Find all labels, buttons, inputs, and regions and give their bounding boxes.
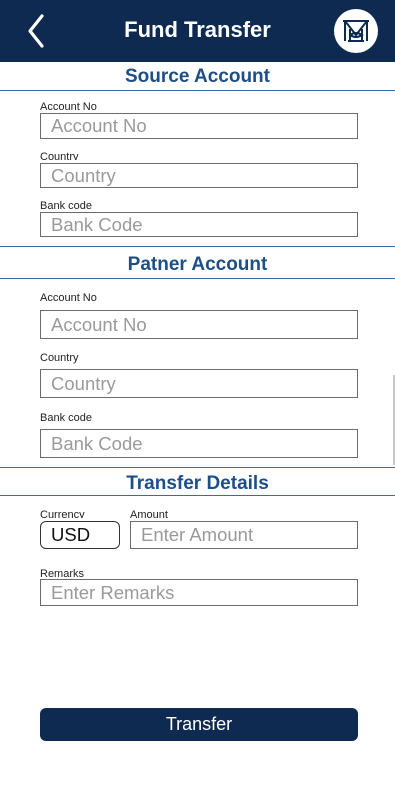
transfer-details-top-divider [0, 467, 395, 468]
source-account-no-input[interactable]: Account No [40, 113, 358, 139]
currency-select[interactable]: USD [40, 521, 120, 549]
partner-account-top-divider [0, 246, 395, 247]
bank-logo [334, 9, 378, 53]
transfer-details-divider [0, 495, 395, 496]
partner-account-divider [0, 278, 395, 279]
partner-bank-code-input[interactable]: Bank Code [40, 429, 358, 458]
source-country-label: Country [40, 151, 79, 160]
amount-label: Amount [130, 509, 168, 518]
partner-country-label: Country [40, 352, 79, 364]
source-account-divider [0, 90, 395, 91]
bank-logo-icon [343, 20, 369, 42]
remarks-input[interactable]: Enter Remarks [40, 579, 358, 606]
partner-country-input[interactable]: Country [40, 369, 358, 398]
source-bank-code-label: Bank code [40, 200, 92, 209]
source-bank-code-input[interactable]: Bank Code [40, 212, 358, 237]
transfer-details-title: Transfer Details [126, 473, 269, 494]
partner-bank-code-label: Bank code [40, 412, 92, 424]
source-country-input[interactable]: Country [40, 163, 358, 188]
partner-account-title: Patner Account [127, 254, 268, 275]
source-account-no-label: Account No [40, 101, 97, 110]
amount-input[interactable]: Enter Amount [130, 521, 358, 549]
currency-label: Currency [40, 509, 85, 518]
source-account-title: Source Account [125, 66, 270, 87]
partner-account-no-input[interactable]: Account No [40, 310, 358, 339]
partner-account-no-label: Account No [40, 292, 97, 304]
transfer-button[interactable]: Transfer [40, 708, 358, 741]
remarks-label: Remarks [40, 568, 85, 577]
app-header: Fund Transfer [0, 0, 395, 62]
